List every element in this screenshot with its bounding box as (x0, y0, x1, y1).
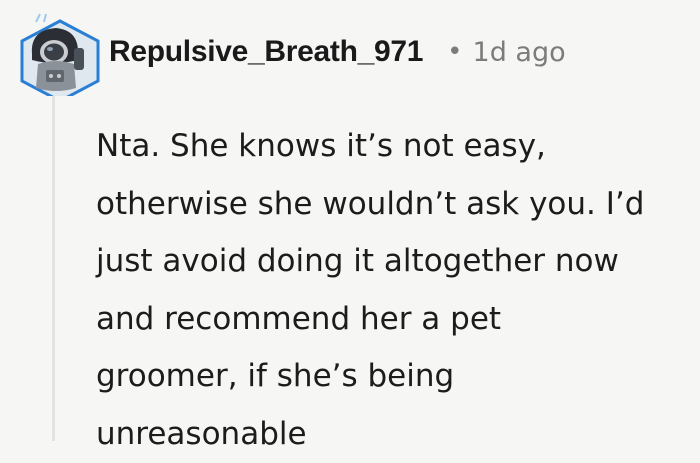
username-link[interactable]: Repulsive_Breath_971 (109, 35, 423, 69)
meta-separator: • (447, 37, 463, 67)
comment-body: Nta. She knows it’s not easy, otherwise … (96, 118, 696, 463)
comment-line: Nta. She knows it’s not easy, (96, 128, 546, 164)
comment-thread-line[interactable] (52, 88, 55, 441)
snoo-avatar-icon (20, 13, 100, 103)
comment-header: Repulsive_Breath_971 • 1d ago (109, 30, 566, 74)
comment-line: and recommend her a pet (96, 300, 502, 337)
comment-line: otherwise she wouldn’t ask you. I’d (96, 185, 645, 222)
comment-line: unreasonable (96, 415, 307, 452)
comment-timestamp[interactable]: 1d ago (473, 37, 566, 68)
comment-line: groomer, if she’s being (96, 358, 455, 394)
user-avatar[interactable] (14, 8, 106, 103)
comment-line: just avoid doing it altogether now (96, 243, 619, 279)
